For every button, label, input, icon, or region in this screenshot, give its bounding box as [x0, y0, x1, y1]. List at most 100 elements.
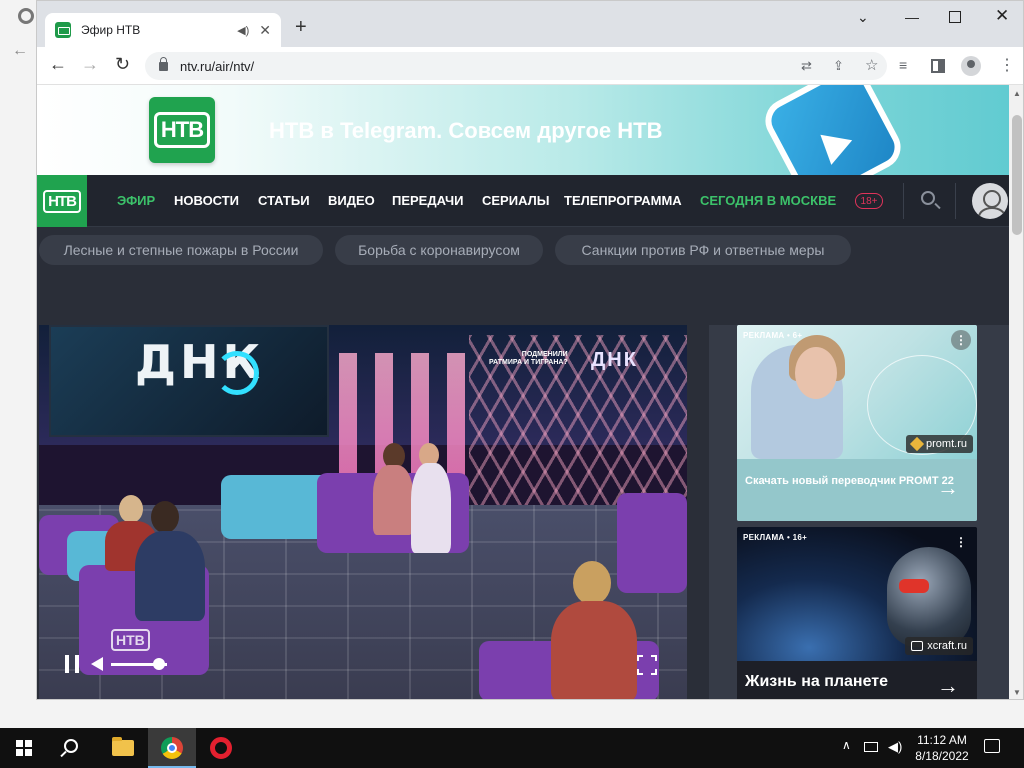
ad-label: РЕКЛАМА • 6+ — [743, 331, 803, 340]
scrollbar-thumb[interactable] — [1012, 115, 1022, 235]
tray-chevron-up-icon[interactable]: ∧ — [842, 738, 851, 752]
telegram-banner[interactable]: НТВ НТВ в Telegram. Совсем другое НТВ — [37, 85, 1009, 175]
address-bar[interactable]: ntv.ru/air/ntv/ ⇄ ⇪ ☆ — [145, 52, 887, 80]
nav-item-shows[interactable]: ПЕРЕДАЧИ — [392, 193, 464, 208]
bookmark-star-icon[interactable]: ☆ — [865, 56, 878, 74]
nav-item-series[interactable]: СЕРИАЛЫ — [482, 193, 549, 208]
browser-tab[interactable]: Эфир НТВ ◀) ✕ — [45, 13, 281, 47]
windows-start-icon[interactable] — [16, 740, 32, 756]
chevron-down-icon[interactable]: ⌄ — [857, 9, 869, 26]
topic-chip[interactable]: Борьба с коронавирусом — [335, 235, 543, 265]
nav-divider — [955, 183, 956, 219]
taskbar-chrome-button[interactable] — [148, 728, 196, 768]
ad-helmet-illustration — [887, 547, 971, 647]
nav-item-today-moscow[interactable]: СЕГОДНЯ В МОСКВЕ — [700, 193, 836, 208]
guest-head — [119, 495, 143, 523]
file-explorer-icon[interactable] — [112, 737, 134, 756]
guest-person — [373, 465, 413, 535]
guest-person — [551, 601, 637, 699]
arrow-right-icon[interactable]: → — [937, 475, 959, 501]
page-scrollbar[interactable]: ▲ ▼ — [1009, 85, 1023, 699]
topic-chip[interactable]: Лесные и степные пожары в России — [39, 235, 323, 265]
close-icon[interactable]: ✕ — [995, 6, 1009, 26]
site-logo[interactable]: НТВ — [37, 175, 87, 227]
ad-title: Жизнь на планете — [745, 673, 889, 690]
browser-toolbar: ← → ↻ ntv.ru/air/ntv/ ⇄ ⇪ ☆ ≡ ⋮ — [37, 47, 1023, 85]
reload-icon[interactable]: ↻ — [115, 55, 130, 73]
volume-tray-icon[interactable]: ◀) — [888, 739, 902, 755]
tab-title: Эфир НТВ — [81, 23, 141, 37]
notification-center-icon[interactable] — [984, 739, 1000, 753]
background-back-arrow-icon: ← — [12, 42, 28, 59]
forward-arrow-icon[interactable]: → — [81, 55, 99, 73]
volume-slider-knob[interactable] — [152, 658, 165, 670]
nav-item-video[interactable]: ВИДЕО — [328, 193, 375, 208]
maximize-icon[interactable] — [949, 11, 961, 23]
ad-brand[interactable]: xcraft.ru — [905, 637, 973, 655]
pause-icon[interactable] — [65, 655, 79, 673]
guest-head — [151, 501, 179, 533]
ad-helmet-visor — [899, 579, 929, 593]
banner-ntv-logo: НТВ — [149, 97, 215, 163]
url-text[interactable]: ntv.ru/air/ntv/ — [180, 59, 254, 74]
network-icon[interactable] — [864, 742, 878, 752]
ad-promt[interactable]: РЕКЛАМА • 6+ ⋮ promt.ru Скачать новый пе… — [737, 325, 977, 521]
banner-text: НТВ в Telegram. Совсем другое НТВ — [269, 118, 663, 143]
scroll-down-icon[interactable]: ▼ — [1013, 688, 1021, 697]
ad-label: РЕКЛАМА • 16+ — [743, 533, 808, 542]
ad-cta-text: Скачать новый переводчик PROMT 22 — [745, 475, 954, 487]
chrome-icon — [161, 737, 183, 759]
promo-caption: ПОДМЕНИЛИ РАТМИРА И ТИГРАНА? — [489, 351, 568, 367]
minimize-icon[interactable]: — — [905, 9, 919, 25]
ads-column: РЕКЛАМА • 6+ ⋮ promt.ru Скачать новый пе… — [709, 325, 1009, 699]
browser-window: Эфир НТВ ◀) ✕ + ⌄ — ✕ ← → ↻ ntv.ru/air/n… — [36, 0, 1024, 700]
ad-brand[interactable]: promt.ru — [906, 435, 973, 453]
browser-titlebar: Эфир НТВ ◀) ✕ + ⌄ — ✕ — [37, 1, 1023, 47]
ad-person-face — [795, 347, 837, 399]
nav-item-articles[interactable]: СТАТЬИ — [258, 193, 310, 208]
taskbar-clock[interactable]: 11:12 AM 8/18/2022 — [910, 732, 974, 764]
ad-xcraft[interactable]: РЕКЛАМА • 16+ ⋮ xcraft.ru Жизнь на плане… — [737, 527, 977, 699]
opera-icon[interactable] — [210, 737, 232, 759]
ad-options-icon[interactable]: ⋮ — [951, 532, 971, 552]
ad-options-icon[interactable]: ⋮ — [951, 330, 971, 350]
nav-item-tv-guide[interactable]: ТЕЛЕПРОГРАММА — [564, 193, 682, 208]
channel-watermark: НТВ — [111, 629, 150, 651]
arrow-right-icon[interactable]: → — [937, 673, 959, 699]
nav-divider — [903, 183, 904, 219]
search-icon[interactable] — [64, 739, 78, 753]
windows-taskbar: ∧ ◀) 11:12 AM 8/18/2022 — [0, 728, 1024, 768]
ring-graphic — [215, 351, 259, 395]
guest-person — [411, 463, 451, 553]
nav-item-news[interactable]: НОВОСТИ — [174, 193, 239, 208]
scroll-up-icon[interactable]: ▲ — [1013, 89, 1021, 98]
purple-sofa-right — [617, 493, 687, 593]
back-arrow-icon[interactable]: ← — [49, 55, 67, 73]
promt-logo-icon — [909, 436, 925, 452]
video-player[interactable]: ДНК ПОДМЕНИЛИ РАТМИРА И ТИГРАНА? ДНК НТВ — [39, 325, 687, 699]
fullscreen-icon[interactable] — [637, 655, 657, 675]
volume-icon[interactable] — [91, 657, 103, 671]
profile-avatar-icon[interactable] — [961, 56, 981, 76]
page-viewport: НТВ НТВ в Telegram. Совсем другое НТВ НТ… — [37, 85, 1009, 699]
guest-head — [573, 561, 611, 605]
new-tab-button[interactable]: + — [295, 17, 307, 37]
media-control-icon[interactable]: ≡ — [899, 57, 907, 73]
tab-close-icon[interactable]: ✕ — [259, 22, 271, 39]
site-navigation: НТВ ЭФИР НОВОСТИ СТАТЬИ ВИДЕО ПЕРЕДАЧИ С… — [37, 175, 1009, 227]
share-icon[interactable]: ⇪ — [833, 58, 844, 74]
topic-chip[interactable]: Санкции против РФ и ответные меры — [555, 235, 851, 265]
clock-date: 8/18/2022 — [915, 749, 969, 763]
user-account-icon[interactable] — [972, 183, 1008, 219]
guest-person — [135, 531, 205, 621]
nav-item-efir[interactable]: ЭФИР — [117, 193, 155, 208]
translate-icon[interactable]: ⇄ — [801, 58, 812, 74]
kebab-menu-icon[interactable]: ⋮ — [999, 55, 1015, 75]
age-rating-badge: 18+ — [855, 193, 883, 209]
xcraft-logo-icon — [911, 641, 924, 651]
search-icon[interactable] — [921, 191, 935, 205]
lock-icon[interactable] — [159, 56, 168, 71]
ntv-favicon-icon — [55, 22, 71, 38]
side-panel-icon[interactable] — [931, 59, 945, 73]
speaker-icon[interactable]: ◀) — [237, 24, 249, 37]
